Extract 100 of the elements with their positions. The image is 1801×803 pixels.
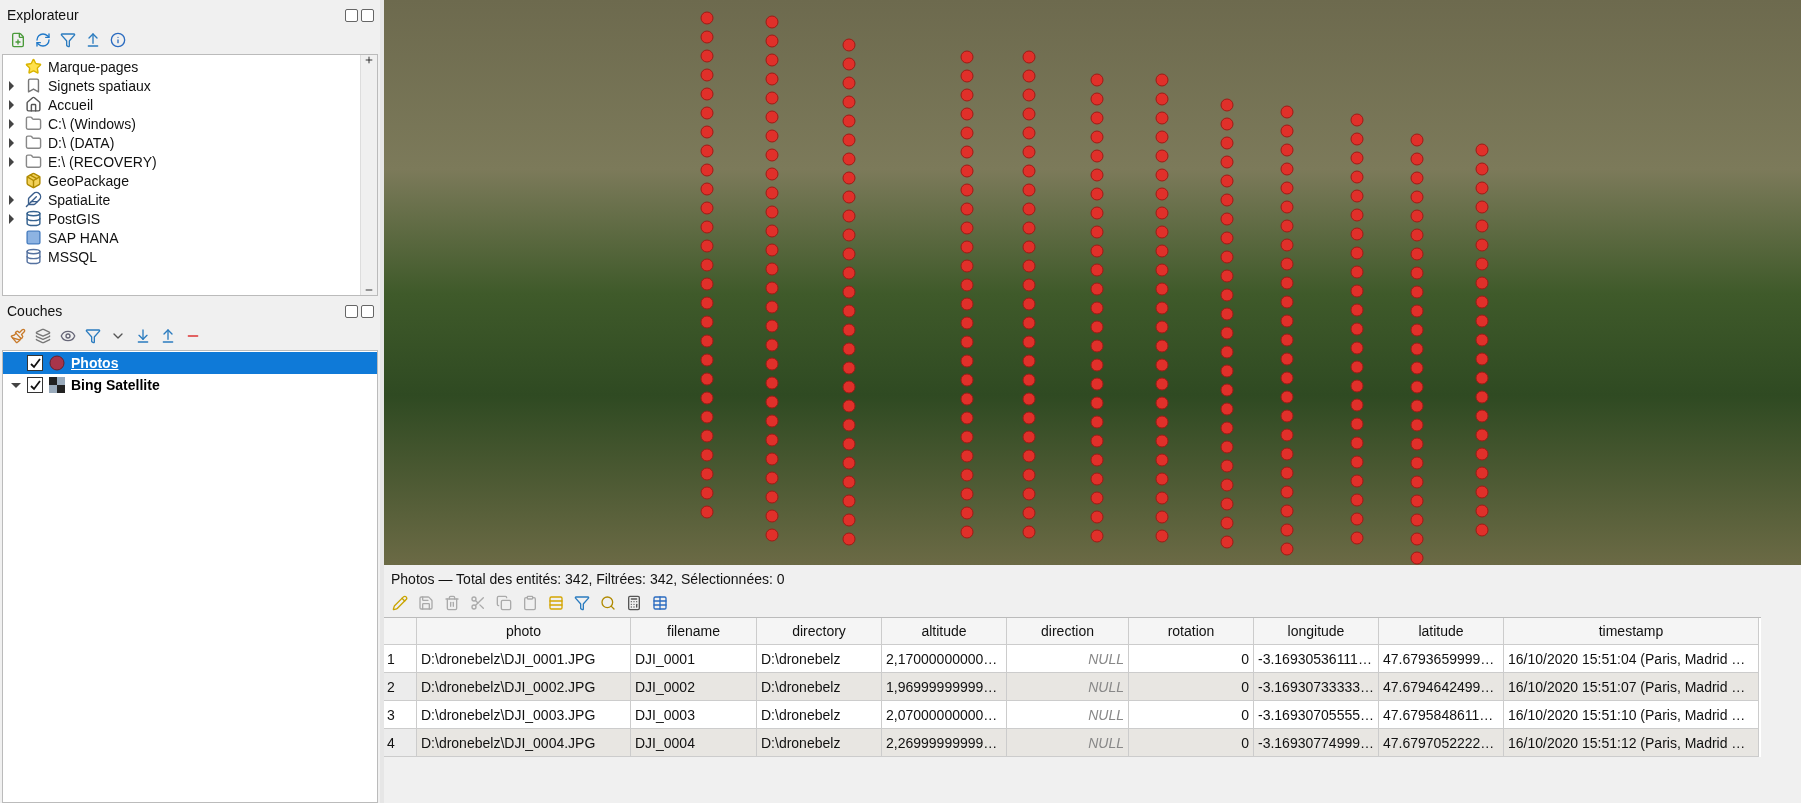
expand-arrow-icon <box>9 156 14 167</box>
star-icon <box>25 58 42 75</box>
pencil-icon[interactable] <box>392 595 408 611</box>
search-icon[interactable] <box>600 595 616 611</box>
feather-icon <box>25 191 42 208</box>
layer-row[interactable]: Photos <box>3 352 377 374</box>
collapse-icon[interactable] <box>85 32 101 48</box>
row-number[interactable]: 4 <box>384 729 417 757</box>
expand-arrow-icon <box>9 194 14 205</box>
column-header[interactable]: latitude <box>1379 618 1504 645</box>
table-cell: -3.16930733333… <box>1254 673 1379 701</box>
table-cell: NULL <box>1007 701 1129 729</box>
panel-title: Couches <box>7 303 63 319</box>
table-cell: 16/10/2020 15:51:07 (Paris, Madrid … <box>1504 673 1759 701</box>
column-header[interactable]: directory <box>757 618 882 645</box>
table-cell: D:\dronebelz <box>757 673 882 701</box>
add-icon[interactable] <box>10 32 26 48</box>
column-header[interactable]: rotation <box>1129 618 1254 645</box>
float-button[interactable] <box>345 304 358 318</box>
table-cell: DJI_0003 <box>631 701 757 729</box>
close-button[interactable] <box>361 8 374 22</box>
database-icon <box>25 210 42 227</box>
table-cell: D:\dronebelz\DJI_0001.JPG <box>417 645 631 673</box>
expand-arrow-icon <box>9 80 14 91</box>
expand-arrow-icon <box>9 118 14 129</box>
package-icon <box>25 172 42 189</box>
add-group-icon[interactable] <box>35 328 51 344</box>
table-cell: D:\dronebelz\DJI_0003.JPG <box>417 701 631 729</box>
browser-item[interactable]: C:\ (Windows) <box>3 114 360 133</box>
field-calculator-icon[interactable] <box>626 595 642 611</box>
table-cell: NULL <box>1007 729 1129 757</box>
expand-arrow-icon <box>9 137 14 148</box>
table-cell: 2,26999999999… <box>882 729 1007 757</box>
table-title: Photos — Total des entités: 342, Filtrées: 342, Sélectionnées: 0 <box>390 570 786 589</box>
table-cell: -3.16930536111… <box>1254 645 1379 673</box>
table-cell: D:\dronebelz <box>757 645 882 673</box>
panel-title: Explorateur <box>7 7 79 23</box>
browser-item[interactable]: SAP HANA <box>3 228 360 247</box>
table-cell: NULL <box>1007 645 1129 673</box>
column-header[interactable]: longitude <box>1254 618 1379 645</box>
expand-all-icon[interactable] <box>135 328 151 344</box>
bookmark-icon <box>25 77 42 94</box>
house-icon <box>25 96 42 113</box>
layer-checkbox[interactable] <box>27 355 43 371</box>
collapse-all-icon[interactable] <box>160 328 176 344</box>
float-button[interactable] <box>345 8 358 22</box>
table-cell: 0 <box>1129 645 1254 673</box>
browser-item[interactable]: MSSQL <box>3 247 360 266</box>
refresh-icon[interactable] <box>35 32 51 48</box>
table-cell: 0 <box>1129 673 1254 701</box>
table-cell: D:\dronebelz\DJI_0004.JPG <box>417 729 631 757</box>
browser-item[interactable]: Signets spatiaux <box>3 76 360 95</box>
browser-item[interactable]: E:\ (RECOVERY) <box>3 152 360 171</box>
column-header[interactable]: photo <box>417 618 631 645</box>
cut-icon[interactable] <box>470 595 486 611</box>
info-icon[interactable] <box>110 32 126 48</box>
table-cell: DJI_0002 <box>631 673 757 701</box>
row-number[interactable]: 2 <box>384 673 417 701</box>
table-cell: NULL <box>1007 673 1129 701</box>
square-icon <box>25 229 42 246</box>
table-cell: 47.6795848611… <box>1379 701 1504 729</box>
table-view-icon[interactable] <box>652 595 668 611</box>
point-symbol-icon <box>49 355 65 371</box>
table-cell: 16/10/2020 15:51:12 (Paris, Madrid … <box>1504 729 1759 757</box>
table-cell: 16/10/2020 15:51:10 (Paris, Madrid … <box>1504 701 1759 729</box>
table-cell: 1,96999999999… <box>882 673 1007 701</box>
eye-icon[interactable] <box>60 328 76 344</box>
table-cell: 2,17000000000… <box>882 645 1007 673</box>
paintbrush-icon[interactable] <box>10 328 26 344</box>
filter-icon[interactable] <box>85 328 101 344</box>
browser-item[interactable]: Accueil <box>3 95 360 114</box>
layer-row[interactable]: Bing Satellite <box>3 374 377 396</box>
column-header[interactable]: direction <box>1007 618 1129 645</box>
browser-item[interactable]: SpatiaLite <box>3 190 360 209</box>
table-cell: 2,07000000000… <box>882 701 1007 729</box>
column-header[interactable]: timestamp <box>1504 618 1759 645</box>
browser-item[interactable]: Marque-pages <box>3 57 360 76</box>
column-header[interactable]: filename <box>631 618 757 645</box>
delete-icon[interactable] <box>444 595 460 611</box>
satellite-map[interactable] <box>384 0 1801 565</box>
paste-icon[interactable] <box>522 595 538 611</box>
row-number[interactable]: 1 <box>384 645 417 673</box>
table-cell: D:\dronebelz <box>757 729 882 757</box>
column-header[interactable]: altitude <box>882 618 1007 645</box>
browser-item[interactable]: D:\ (DATA) <box>3 133 360 152</box>
table-cell: 47.6797052222… <box>1379 729 1504 757</box>
filter-icon[interactable] <box>60 32 76 48</box>
layer-checkbox[interactable] <box>27 377 43 393</box>
save-icon[interactable] <box>418 595 434 611</box>
browser-item[interactable]: PostGIS <box>3 209 360 228</box>
copy-icon[interactable] <box>496 595 512 611</box>
table-cell: 0 <box>1129 701 1254 729</box>
table-cell: D:\dronebelz\DJI_0002.JPG <box>417 673 631 701</box>
row-number[interactable]: 3 <box>384 701 417 729</box>
folder-icon <box>25 134 42 151</box>
filter-icon[interactable] <box>574 595 590 611</box>
browser-item[interactable]: GeoPackage <box>3 171 360 190</box>
collapse-arrow-icon <box>11 382 21 388</box>
database-icon <box>25 248 42 265</box>
close-button[interactable] <box>361 304 374 318</box>
